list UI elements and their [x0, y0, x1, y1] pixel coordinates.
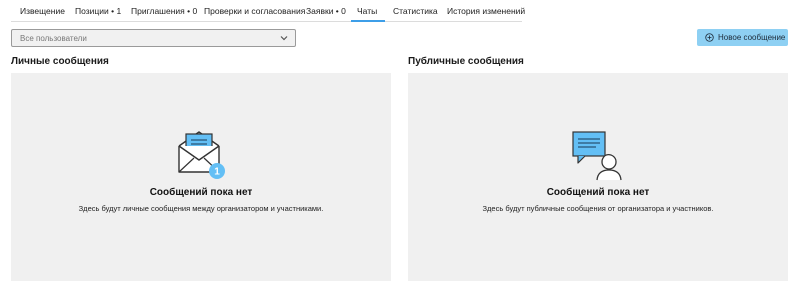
tab-invitations[interactable]: Приглашения • 0 [131, 0, 197, 22]
private-messages-panel: 1 Сообщений пока нет Здесь будут личные … [11, 73, 391, 281]
plus-circle-icon [705, 33, 714, 42]
user-filter-select[interactable]: Все пользователи [11, 29, 296, 47]
notification-badge-icon: 1 [209, 163, 225, 179]
tab-applications[interactable]: Заявки • 0 [306, 0, 346, 22]
new-message-button-label: Новое сообщение [718, 33, 786, 42]
public-messages-panel: Сообщений пока нет Здесь будут публичные… [408, 73, 788, 281]
tab-checks-approvals[interactable]: Проверки и согласования [204, 0, 305, 22]
tab-notice[interactable]: Извещение [20, 0, 65, 22]
active-tab-indicator [351, 20, 385, 22]
private-empty-title: Сообщений пока нет [149, 187, 253, 198]
chevron-down-icon [280, 36, 288, 41]
tab-history[interactable]: История изменений [447, 0, 525, 22]
private-empty-text: Здесь будут личные сообщения между орган… [78, 204, 324, 213]
tab-bar-divider [11, 21, 522, 22]
public-empty-text: Здесь будут публичные сообщения от орган… [482, 204, 714, 213]
new-message-button[interactable]: Новое сообщение [697, 29, 788, 46]
private-messages-title: Личные сообщения [11, 56, 109, 67]
tab-chats[interactable]: Чаты [357, 0, 377, 22]
tab-positions[interactable]: Позиции • 1 [75, 0, 121, 22]
badge-count: 1 [214, 167, 220, 178]
public-empty-title: Сообщений пока нет [546, 187, 650, 198]
tab-bar: Извещение Позиции • 1 Приглашения • 0 Пр… [0, 0, 800, 22]
user-filter-value: Все пользователи [20, 34, 87, 43]
public-messages-title: Публичные сообщения [408, 56, 524, 67]
tab-statistics[interactable]: Статистика [393, 0, 438, 22]
person-chat-icon [572, 131, 622, 181]
